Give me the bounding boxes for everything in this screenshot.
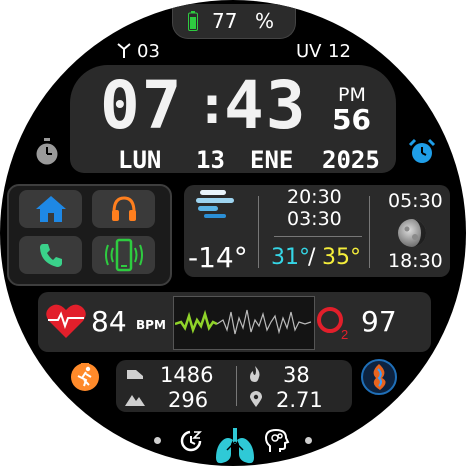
running-icon[interactable]: [68, 358, 102, 392]
brain-head-icon[interactable]: [264, 428, 290, 454]
music-app-button[interactable]: [92, 190, 155, 228]
date-year: 2025: [322, 146, 380, 174]
time-hours: 07: [100, 67, 184, 144]
mountain-icon: [125, 395, 145, 406]
oxygen-icon: 2: [317, 307, 348, 342]
weather-temp-max: 35°: [322, 245, 361, 270]
location-pin-icon: [250, 391, 262, 407]
date-day: 13: [196, 146, 225, 174]
dock-dot-left: [154, 437, 161, 444]
date-weekday: LUN: [118, 146, 162, 174]
floors-value: 296: [168, 388, 209, 412]
distance-value: 2.71: [276, 388, 323, 412]
fog-icon: [196, 190, 234, 218]
signal-icon: [117, 43, 131, 58]
home-icon: [35, 196, 66, 222]
uv-value: 12: [328, 41, 351, 62]
time-minutes: 43: [224, 67, 308, 144]
steps-value: 1486: [160, 363, 214, 387]
oxygen-value: 97: [361, 305, 397, 338]
calories-value: 38: [283, 363, 310, 387]
activity-divider: [236, 366, 237, 406]
weather-app-icon[interactable]: [360, 358, 398, 396]
alarm-icon[interactable]: [408, 138, 436, 166]
headphones-icon: [111, 196, 136, 221]
svg-text:2: 2: [341, 327, 348, 342]
heart-rate-value: 84: [91, 305, 127, 338]
heart-icon: [46, 304, 86, 338]
dock-dot-right: [305, 437, 312, 444]
moonset-time: 18:30: [388, 250, 443, 272]
steps-icon: [127, 370, 143, 379]
weather-temp-sep: /: [308, 245, 316, 270]
battery-value: 77: [212, 9, 238, 33]
ekg-graph: [175, 309, 311, 335]
moon-icon: [398, 219, 426, 247]
lungs-icon: [216, 428, 254, 464]
time-seconds: 56: [332, 103, 371, 136]
moonrise-time: 05:30: [388, 190, 443, 212]
phone-app-button[interactable]: [19, 236, 82, 274]
stopwatch-icon[interactable]: [34, 138, 60, 166]
weather-time-1: 20:30: [287, 186, 342, 208]
vibrate-icon: [104, 238, 143, 272]
weather-divider-mid: [274, 236, 362, 237]
watch-face: 77 % 03 UV 12 07 : 43 PM 56 LUN 13 ENE 2…: [0, 0, 466, 466]
heart-rate-unit: BPM: [136, 318, 166, 332]
weather-temp: -14°: [188, 241, 248, 274]
weather-time-2: 03:30: [287, 208, 342, 230]
weather-divider-left: [258, 196, 259, 268]
date-month: ENE: [250, 146, 294, 174]
home-app-button[interactable]: [19, 190, 82, 228]
time-colon: :: [202, 77, 222, 135]
uv-label: UV: [296, 41, 322, 62]
phone-icon: [39, 244, 62, 267]
weather-divider-right: [369, 196, 370, 268]
flame-icon: [250, 366, 260, 382]
vibrate-app-button[interactable]: [92, 236, 155, 274]
signal-value: 03: [137, 41, 160, 62]
battery-icon: [188, 11, 198, 31]
weather-temp-min: 31°: [271, 245, 310, 270]
battery-unit: %: [255, 9, 275, 33]
sleep-timer-icon[interactable]: [179, 428, 203, 454]
